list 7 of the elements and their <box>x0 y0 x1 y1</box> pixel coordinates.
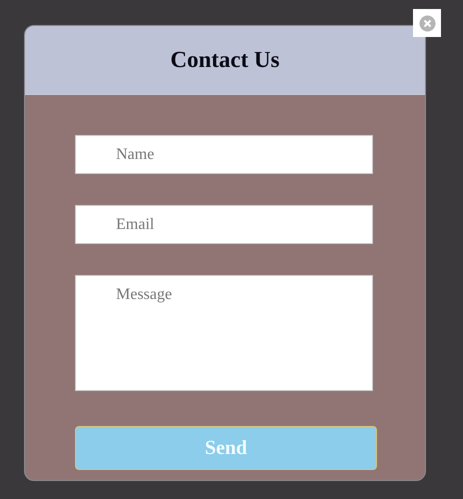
dialog-title: Contact Us <box>170 47 280 73</box>
close-icon <box>418 14 436 32</box>
input-field[interactable]: Email <box>75 205 373 244</box>
message-field[interactable]: Message <box>75 275 373 391</box>
input-field[interactable]: Name <box>75 135 373 174</box>
send-button[interactable]: Send <box>75 426 377 470</box>
close-button[interactable] <box>413 9 441 37</box>
